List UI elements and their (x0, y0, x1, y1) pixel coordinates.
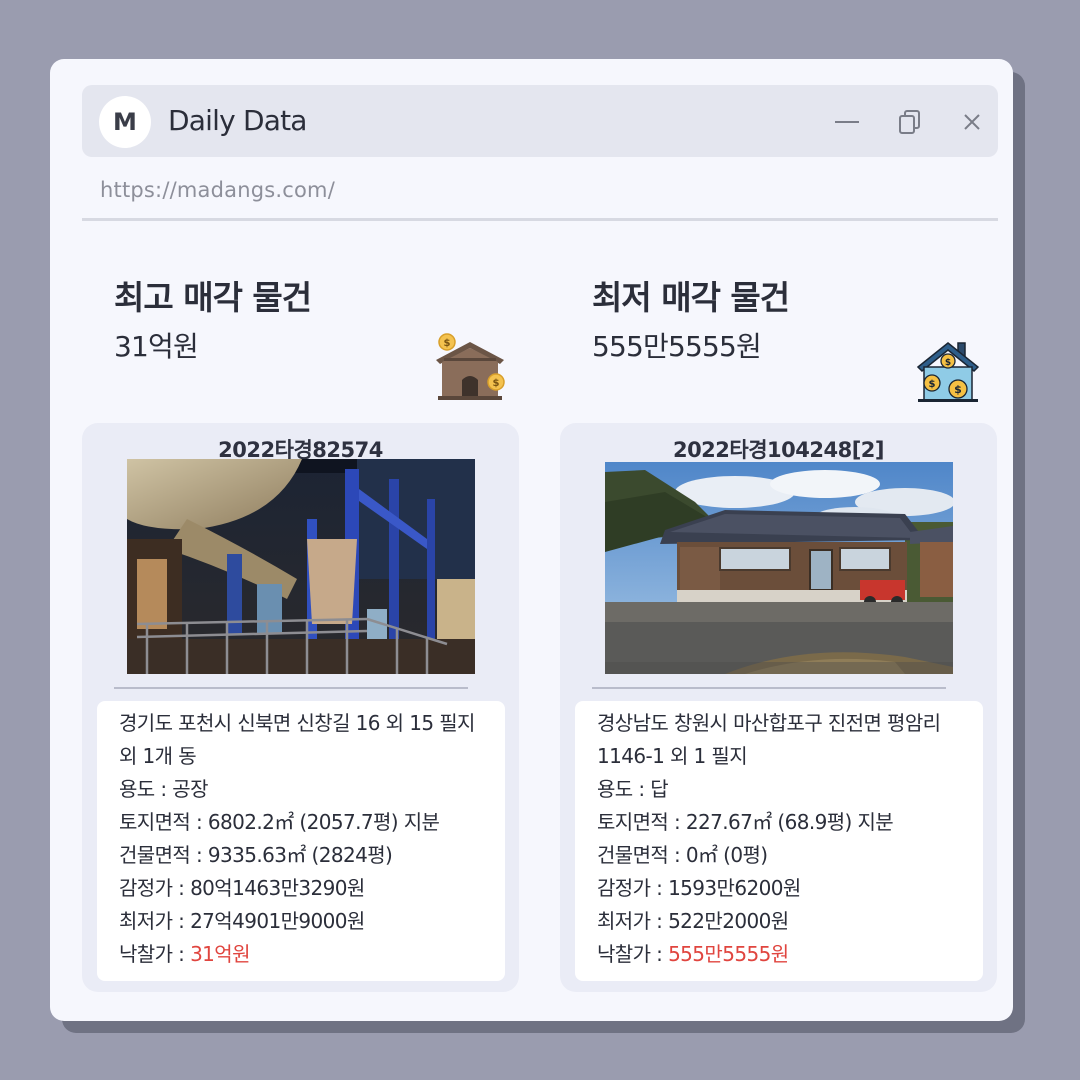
land-area-label: 토지면적 : (597, 810, 686, 834)
usage-row: 용도 : 답 (597, 773, 963, 806)
warehouse-money-icon: $ $ (432, 332, 508, 408)
minimize-icon (835, 121, 859, 123)
land-area-row: 토지면적 : 6802.2㎡ (2057.7평) 지분 (119, 806, 485, 839)
close-button[interactable] (957, 107, 987, 137)
highest-heading: 최고 매각 물건 (114, 278, 312, 317)
building-area-value: 0㎡ (0평) (685, 843, 768, 867)
winning-bid-label: 낙찰가 : (119, 942, 191, 966)
copy-icon (899, 110, 920, 134)
land-area-row: 토지면적 : 227.67㎡ (68.9평) 지분 (597, 806, 963, 839)
lowest-heading: 최저 매각 물건 (592, 278, 790, 317)
land-area-value: 227.67㎡ (68.9평) 지분 (685, 810, 894, 834)
address: 경상남도 창원시 마산합포구 진전면 평암리 1146-1 외 1 필지 (597, 711, 941, 768)
address: 경기도 포천시 신북면 신창길 16 외 15 필지 외 1개 동 (119, 711, 475, 768)
usage-value: 공장 (172, 777, 208, 801)
highest-card[interactable]: 2022타경82574 경기도 포천시 신북면 신창길 16 외 15 필지 외… (82, 423, 519, 992)
app-title: Daily Data (168, 104, 307, 137)
minimum-price-value: 522만2000원 (668, 909, 789, 933)
minimum-price-label: 최저가 : (119, 909, 191, 933)
case-number: 2022타경104248[2] (672, 438, 885, 462)
land-area-label: 토지면적 : (119, 810, 208, 834)
building-area-row: 건물면적 : 9335.63㎡ (2824평) (119, 839, 485, 872)
lowest-card[interactable]: 2022타경104248[2] 경상남도 창원시 마산합포구 진전면 평암리 1… (560, 423, 997, 992)
lowest-price: 555만5555원 (592, 330, 762, 363)
svg-text:$: $ (945, 358, 951, 368)
appraisal-row: 감정가 : 80억1463만3290원 (119, 872, 485, 905)
building-area-label: 건물면적 : (597, 843, 686, 867)
building-area-label: 건물면적 : (119, 843, 208, 867)
url-text[interactable]: https://madangs.com/ (100, 178, 335, 202)
winning-bid-row: 낙찰가 : 555만5555원 (597, 938, 963, 971)
minimum-price-value: 27억4901만9000원 (190, 909, 365, 933)
svg-text:$: $ (929, 379, 936, 390)
app-window: M Daily Data https://madangs.com/ 최고 매각 … (50, 59, 1013, 1021)
svg-text:$: $ (444, 338, 451, 349)
title-bar: M Daily Data (82, 85, 998, 157)
winning-bid-value: 555만5555원 (668, 942, 789, 966)
minimum-price-row: 최저가 : 522만2000원 (597, 905, 963, 938)
minimum-price-row: 최저가 : 27억4901만9000원 (119, 905, 485, 938)
app-logo: M (99, 96, 151, 148)
minimum-price-label: 최저가 : (597, 909, 669, 933)
appraisal-value: 80억1463만3290원 (190, 876, 365, 900)
usage-label: 용도 : (119, 777, 173, 801)
appraisal-row: 감정가 : 1593만6200원 (597, 872, 963, 905)
building-area-value: 9335.63㎡ (2824평) (207, 843, 393, 867)
svg-text:$: $ (493, 378, 500, 389)
svg-text:$: $ (954, 383, 962, 396)
property-info: 경기도 포천시 신북면 신창길 16 외 15 필지 외 1개 동 용도 : 공… (97, 701, 505, 981)
winning-bid-value: 31억원 (190, 942, 250, 966)
rural-house-photo (605, 462, 953, 674)
property-info: 경상남도 창원시 마산합포구 진전면 평암리 1146-1 외 1 필지 용도 … (575, 701, 983, 981)
card-divider (114, 687, 468, 689)
usage-row: 용도 : 공장 (119, 773, 485, 806)
winning-bid-label: 낙찰가 : (597, 942, 669, 966)
usage-value: 답 (650, 777, 669, 801)
winning-bid-row: 낙찰가 : 31억원 (119, 938, 485, 971)
usage-label: 용도 : (597, 777, 651, 801)
house-coins-icon: $ $ $ (916, 339, 980, 409)
highest-price: 31억원 (114, 330, 199, 363)
appraisal-label: 감정가 : (597, 876, 669, 900)
restore-button[interactable] (896, 107, 926, 137)
card-divider (592, 687, 946, 689)
close-icon (964, 114, 980, 130)
appraisal-label: 감정가 : (119, 876, 191, 900)
factory-interior-photo (127, 459, 475, 674)
minimize-button[interactable] (832, 107, 862, 137)
appraisal-value: 1593만6200원 (668, 876, 801, 900)
land-area-value: 6802.2㎡ (2057.7평) 지분 (207, 810, 440, 834)
url-divider (82, 218, 998, 221)
building-area-row: 건물면적 : 0㎡ (0평) (597, 839, 963, 872)
